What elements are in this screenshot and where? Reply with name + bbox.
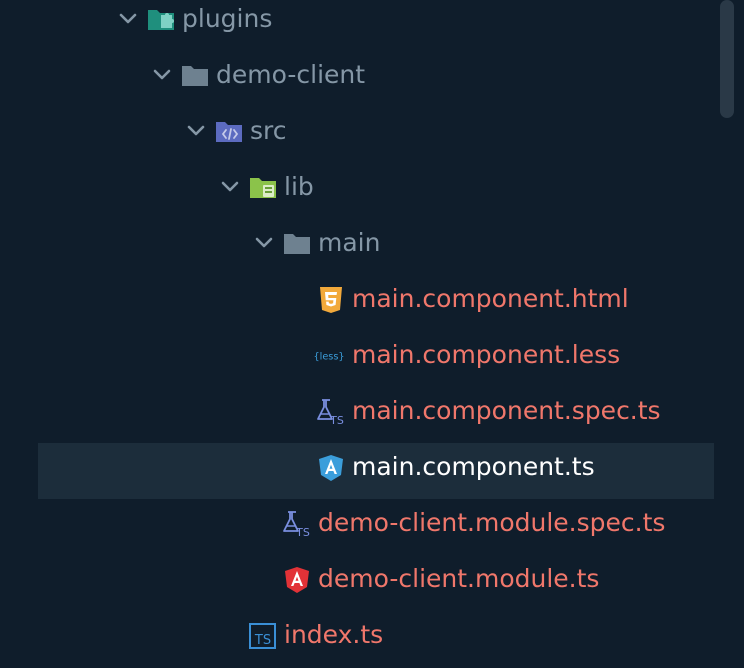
less-icon: {less} bbox=[314, 352, 344, 363]
chevron-down-icon[interactable] bbox=[254, 233, 274, 253]
tree-item-label: main bbox=[318, 228, 381, 257]
chevron-down-icon[interactable] bbox=[186, 121, 206, 141]
tree-item-label: main.component.less bbox=[352, 340, 621, 369]
tree-item-label: src bbox=[250, 116, 287, 145]
src-folder-icon bbox=[216, 122, 242, 142]
folder-icon bbox=[284, 234, 310, 254]
tree-item-label: demo-client.module.ts bbox=[318, 564, 600, 593]
tree-item-label: main.component.ts bbox=[352, 452, 595, 481]
tree-item-label: lib bbox=[284, 172, 314, 201]
tree-item-main-component-less[interactable]: {less} main.component.less bbox=[0, 331, 714, 387]
tree-item-src[interactable]: src bbox=[0, 107, 714, 163]
lib-folder-icon bbox=[250, 178, 276, 198]
chevron-down-icon[interactable] bbox=[152, 65, 172, 85]
tree-item-index-ts[interactable]: TS index.ts bbox=[0, 611, 714, 667]
tree-item-demo-client-module-ts[interactable]: demo-client.module.ts bbox=[0, 555, 714, 611]
typescript-icon: TS bbox=[249, 623, 276, 649]
scrollbar-thumb[interactable] bbox=[720, 0, 734, 118]
plugins-folder-icon bbox=[148, 10, 174, 30]
tree-item-main[interactable]: main bbox=[0, 219, 714, 275]
tree-item-main-component-ts[interactable]: main.component.ts bbox=[38, 443, 714, 499]
tree-item-label: main.component.html bbox=[352, 284, 629, 313]
tree-item-label: main.component.spec.ts bbox=[352, 396, 661, 425]
html5-icon bbox=[320, 287, 342, 313]
tree-item-demo-client[interactable]: demo-client bbox=[0, 51, 714, 107]
tree-item-lib[interactable]: lib bbox=[0, 163, 714, 219]
chevron-down-icon[interactable] bbox=[118, 9, 138, 29]
tree-item-label: demo-client bbox=[216, 60, 366, 89]
svg-text:TS: TS bbox=[329, 414, 344, 427]
tree-item-demo-client-module-spec-ts[interactable]: TS demo-client.module.spec.ts bbox=[0, 499, 714, 555]
svg-text:TS: TS bbox=[254, 633, 271, 648]
file-explorer-tree: plugins demo-client src lib main main.co… bbox=[0, 0, 744, 668]
angular-component-icon bbox=[319, 455, 343, 481]
tree-item-main-component-html[interactable]: main.component.html bbox=[0, 275, 714, 331]
chevron-down-icon[interactable] bbox=[220, 177, 240, 197]
tree-item-main-component-spec-ts[interactable]: TS main.component.spec.ts bbox=[0, 387, 714, 443]
angular-module-icon bbox=[285, 567, 309, 593]
folder-icon bbox=[182, 66, 208, 86]
tree-item-label: demo-client.module.spec.ts bbox=[318, 508, 666, 537]
test-ts-icon: TS bbox=[283, 511, 310, 539]
tree-item-label: plugins bbox=[182, 4, 273, 33]
tree-item-label: index.ts bbox=[284, 620, 384, 649]
svg-text:{less}: {less} bbox=[314, 352, 344, 363]
svg-text:TS: TS bbox=[295, 526, 310, 539]
test-ts-icon: TS bbox=[317, 399, 344, 427]
tree-item-plugins[interactable]: plugins bbox=[0, 0, 714, 51]
